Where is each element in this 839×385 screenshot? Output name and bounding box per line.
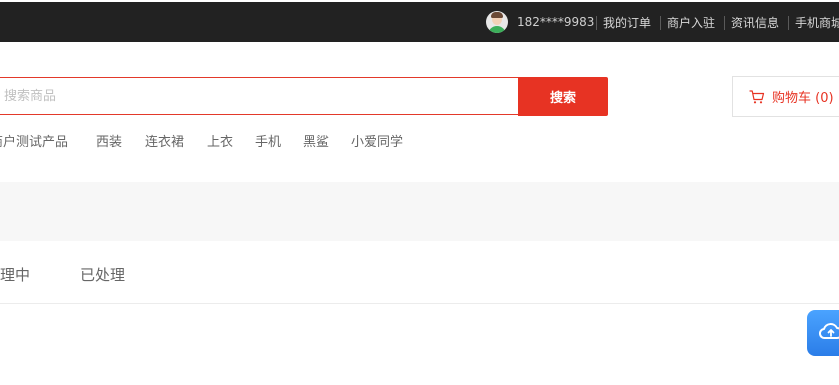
separator (788, 16, 789, 30)
tab-processing[interactable]: 处理中 (0, 264, 30, 285)
search-input[interactable] (0, 78, 518, 114)
cloud-icon (818, 323, 839, 339)
separator (596, 16, 597, 30)
cart-icon (749, 89, 765, 105)
my-orders-link[interactable]: 我的订单 (603, 15, 651, 31)
breadcrumb-band (0, 182, 839, 241)
avatar[interactable] (486, 11, 508, 33)
user-info[interactable]: 182****9983 (486, 11, 594, 33)
user-phone[interactable]: 182****9983 (517, 15, 594, 29)
cart-button[interactable]: 购物车 (0) (732, 76, 839, 117)
top-bar: 182****9983 我的订单 商户入驻 资讯信息 手机商城 (0, 2, 839, 42)
search-box (0, 77, 518, 115)
search-button[interactable]: 搜索 (518, 77, 608, 116)
hot-keyword[interactable]: 上衣 (207, 131, 233, 150)
hot-keyword[interactable]: 西装 (96, 131, 122, 150)
mobile-mall-link[interactable]: 手机商城 (795, 15, 839, 31)
hot-keyword[interactable]: 小爱同学 (351, 131, 403, 150)
hot-keyword[interactable]: 手机 (255, 131, 281, 150)
cart-label: 购物车 (0) (772, 91, 834, 106)
merchant-join-link[interactable]: 商户入驻 (667, 15, 715, 31)
hot-keyword[interactable]: 黑鲨 (303, 131, 329, 150)
separator (724, 16, 725, 30)
tab-processed[interactable]: 已处理 (80, 264, 125, 285)
hot-keyword[interactable]: 连衣裙 (145, 131, 184, 150)
separator (660, 16, 661, 30)
floating-service-widget[interactable] (807, 310, 839, 356)
hot-keyword[interactable]: 商户测试产品 (0, 131, 68, 150)
news-info-link[interactable]: 资讯信息 (731, 15, 779, 31)
tab-divider (0, 303, 839, 304)
